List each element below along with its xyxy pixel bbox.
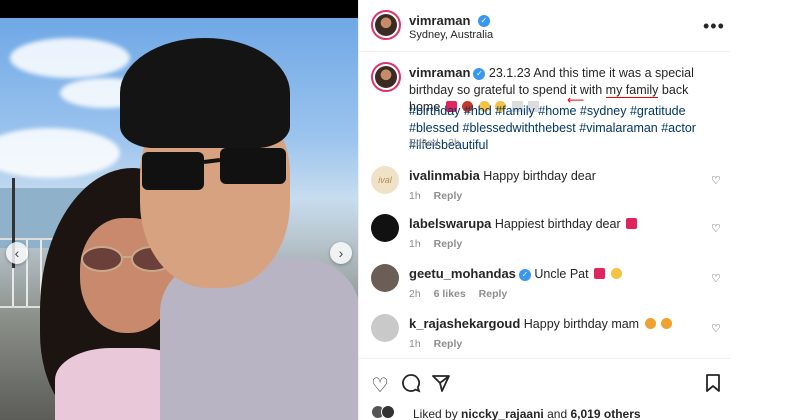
commenter-avatar[interactable]: ival xyxy=(371,166,399,194)
comment-text-block: labelswarupa Happiest birthday dear xyxy=(409,216,699,231)
comment-time: 1h xyxy=(409,338,421,350)
top-black-bar xyxy=(0,0,358,18)
comment-like-heart-icon[interactable]: ♡ xyxy=(711,222,721,235)
commenter-username[interactable]: ivalinmabia xyxy=(409,168,480,183)
comment-item: labelswarupa Happiest birthday dear 1h R… xyxy=(359,214,731,264)
comment-icon[interactable] xyxy=(401,373,421,393)
author-avatar[interactable] xyxy=(371,10,401,40)
post-side-panel: vimraman ✓ Sydney, Australia ••• vimrama… xyxy=(358,0,731,420)
comment-meta: 1h Reply xyxy=(409,338,472,350)
edited-time: 2h xyxy=(448,137,460,149)
edited-label: Edited · 2h xyxy=(409,137,460,149)
commenter-avatar[interactable] xyxy=(371,314,399,342)
heart-eyes-emoji-icon xyxy=(661,318,673,329)
post-header: vimraman ✓ Sydney, Australia ••• xyxy=(359,0,731,52)
verified-icon: ✓ xyxy=(473,67,486,80)
liker-avatar xyxy=(381,405,395,419)
caption-avatar[interactable] xyxy=(371,62,401,92)
bookmark-icon[interactable] xyxy=(705,373,721,393)
share-icon[interactable] xyxy=(431,373,451,393)
comment-item: k_rajashekargoud Happy birthday mam 1h R… xyxy=(359,314,731,364)
author-block: vimraman ✓ xyxy=(409,12,490,30)
liked-and: and xyxy=(547,407,568,420)
liked-user[interactable]: niccky_rajaani xyxy=(461,407,544,420)
comment-like-heart-icon[interactable]: ♡ xyxy=(711,272,721,285)
comment-text: Uncle Pat xyxy=(534,267,589,281)
comment-text: Happy birthday mam xyxy=(523,317,640,331)
heart-emoji-icon xyxy=(594,268,606,279)
post-actions-bar: ♡ Liked by niccky_rajaani and 6,019 othe… xyxy=(359,358,731,420)
smile-emoji-icon xyxy=(610,268,622,279)
comment-text: Happy birthday dear xyxy=(483,169,596,183)
comment-likes[interactable]: 6 likes xyxy=(434,288,466,300)
likes-summary: Liked by niccky_rajaani and 6,019 others xyxy=(413,407,641,420)
comment-meta: 2h 6 likes Reply xyxy=(409,288,517,300)
post-location[interactable]: Sydney, Australia xyxy=(409,29,493,41)
comment-item: geetu_mohandas ✓ Uncle Pat 2h 6 likes Rep… xyxy=(359,264,731,314)
comment-meta: 1h Reply xyxy=(409,238,472,250)
more-icon[interactable]: ••• xyxy=(703,16,725,37)
photo-cloud xyxy=(0,128,120,178)
comment-time: 1h xyxy=(409,238,421,250)
author-username[interactable]: vimraman xyxy=(409,13,470,28)
heart-eyes-emoji-icon xyxy=(644,318,656,329)
photo-man-hair xyxy=(120,38,290,148)
comment-time: 2h xyxy=(409,288,421,300)
comment-text-block: k_rajashekargoud Happy birthday mam xyxy=(409,316,699,331)
commenter-avatar[interactable] xyxy=(371,214,399,242)
comment-text-block: geetu_mohandas ✓ Uncle Pat xyxy=(409,266,699,281)
comment-time: 1h xyxy=(409,190,421,202)
commenter-username[interactable]: k_rajashekargoud xyxy=(409,316,520,331)
caption-username[interactable]: vimraman xyxy=(409,65,470,80)
caption-date: 23.1.23 xyxy=(488,66,531,80)
photo-man-sunglasses xyxy=(142,148,286,190)
comment-like-heart-icon[interactable]: ♡ xyxy=(711,322,721,335)
avatar-image xyxy=(375,14,397,36)
liked-count[interactable]: 6,019 others xyxy=(571,407,641,420)
comment-text-block: ivalinmabia Happy birthday dear xyxy=(409,168,699,183)
edited-text: Edited xyxy=(409,137,439,149)
photo-next-arrow[interactable]: › xyxy=(330,242,352,264)
comment-item: ival ivalinmabia Happy birthday dear 1h … xyxy=(359,166,731,216)
reply-button[interactable]: Reply xyxy=(434,190,463,202)
right-blank-area xyxy=(730,0,800,420)
comment-text: Happiest birthday dear xyxy=(494,217,621,231)
caption-underlined-text: my family xyxy=(605,83,659,98)
comment-like-heart-icon[interactable]: ♡ xyxy=(711,174,721,187)
commenter-username[interactable]: labelswarupa xyxy=(409,216,491,231)
reply-button[interactable]: Reply xyxy=(434,338,463,350)
post-photo[interactable]: ‹ › xyxy=(0,18,358,420)
liked-prefix: Liked by xyxy=(413,407,458,420)
heart-icon[interactable]: ♡ xyxy=(371,373,389,398)
comment-meta: 1h Reply xyxy=(409,190,472,202)
commenter-avatar[interactable] xyxy=(371,264,399,292)
verified-icon: ✓ xyxy=(518,268,531,281)
verified-icon: ✓ xyxy=(477,14,490,27)
heart-emoji-icon xyxy=(626,218,638,229)
reply-button[interactable]: Reply xyxy=(434,238,463,250)
reply-button[interactable]: Reply xyxy=(479,288,508,300)
photo-cloud xyxy=(10,38,130,78)
commenter-username[interactable]: geetu_mohandas xyxy=(409,266,516,281)
avatar-image xyxy=(375,66,397,88)
photo-prev-arrow[interactable]: ‹ xyxy=(6,242,28,264)
